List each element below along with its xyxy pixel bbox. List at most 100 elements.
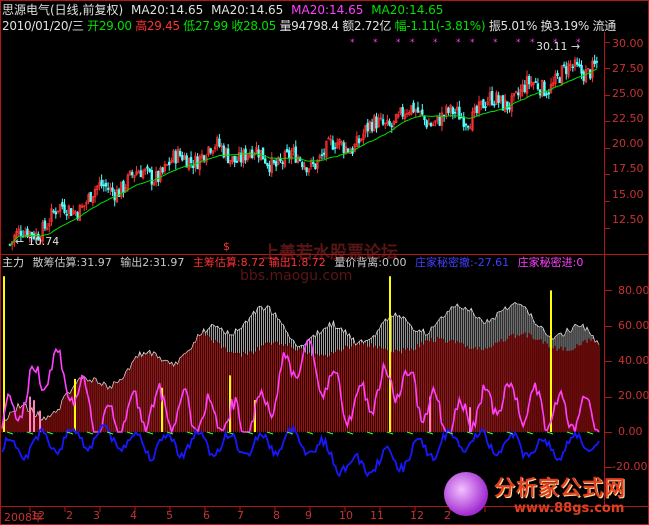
price-candle	[571, 66, 575, 69]
quote-change: 幅-1.11(-3.81%)	[394, 19, 486, 33]
price-candle	[52, 210, 55, 213]
price-candle	[565, 66, 568, 74]
price-candle	[578, 63, 581, 67]
price-tick: 27.50	[612, 62, 644, 75]
price-candle	[589, 69, 592, 79]
low-price-label: ← 10.74	[15, 235, 60, 248]
x-tick: 2	[66, 509, 73, 522]
price-candle	[453, 111, 457, 114]
price-candle	[484, 106, 487, 108]
price-candle	[65, 214, 68, 216]
ma-label-3: MA20:14.65	[291, 3, 364, 17]
quote-turnover: 换3.19%	[540, 19, 590, 33]
price-tick: 20.00	[612, 137, 644, 150]
price-candle	[595, 61, 599, 63]
price-tick: 15.00	[612, 188, 644, 201]
price-candle	[447, 107, 450, 113]
price-candle	[375, 116, 378, 129]
price-candle	[523, 84, 527, 93]
price-candle	[106, 188, 110, 190]
price-tick: 25.00	[612, 87, 644, 100]
price-candle	[575, 62, 579, 65]
quote-amplitude: 振5.01%	[488, 19, 538, 33]
indicator-label: 散筹估算:31.97	[32, 256, 112, 269]
quote-amount: 额2.72亿	[342, 19, 392, 33]
signal-marker: *	[530, 38, 535, 48]
price-candle	[104, 182, 108, 187]
price-candle	[100, 179, 103, 187]
price-candle	[333, 147, 337, 149]
price-tick: 30.00	[612, 37, 644, 50]
price-candle	[268, 164, 271, 173]
signal-marker: *	[516, 38, 521, 48]
price-candle	[233, 155, 236, 163]
signal-marker: *	[456, 38, 461, 48]
price-candle	[388, 121, 391, 126]
brand-name: 分析家公式网	[494, 476, 626, 500]
price-candle	[168, 161, 171, 166]
brand-logo: 分析家公式网 www.88gs.com	[442, 468, 647, 522]
price-candle	[536, 83, 540, 90]
ma-label-2: MA20:14.65	[211, 3, 284, 17]
indicator-tick: 60.00	[618, 319, 649, 332]
signal-marker: *	[410, 38, 415, 48]
zero-accent	[186, 431, 194, 435]
price-candle	[357, 138, 361, 144]
price-candle	[305, 167, 308, 173]
price-candle	[69, 208, 73, 217]
price-candle	[174, 151, 177, 164]
price-candle	[370, 122, 374, 132]
price-tick: 12.50	[612, 213, 644, 226]
quote-high: 高29.45	[135, 19, 180, 33]
zero-accent	[306, 431, 314, 435]
price-candle	[63, 204, 66, 213]
price-candle	[497, 95, 500, 103]
x-tick: 9	[305, 509, 312, 522]
price-candle	[244, 148, 247, 161]
price-candle	[421, 109, 424, 115]
price-candle	[412, 102, 415, 113]
brand-url: www.88gs.com	[514, 501, 625, 516]
price-candle	[556, 72, 559, 76]
indicator-label: 庄家秘密进:0	[517, 256, 584, 269]
price-candle	[390, 125, 393, 128]
price-candle	[469, 127, 472, 130]
price-candle	[366, 122, 369, 132]
price-candle	[429, 123, 433, 127]
price-candle	[189, 157, 193, 163]
price-candle	[482, 99, 485, 109]
price-candle	[43, 220, 47, 229]
zero-accent	[126, 431, 134, 435]
indicator-label: 输出2:31.97	[120, 256, 185, 269]
zero-accent	[366, 431, 374, 435]
signal-marker: $	[223, 240, 230, 253]
zero-accent	[546, 431, 554, 435]
x-tick: 7	[237, 509, 244, 522]
signal-marker: *	[373, 38, 378, 48]
ma20-line	[9, 68, 598, 246]
price-candle	[274, 161, 278, 167]
price-candle	[464, 123, 468, 126]
indicator-tick: 80.00	[618, 284, 649, 297]
price-candle	[257, 149, 260, 158]
forum-url-watermark: bbs.maogu.com	[240, 268, 353, 284]
price-candle	[508, 107, 511, 110]
price-candle	[401, 107, 404, 117]
zero-accent	[486, 431, 494, 435]
price-candle	[178, 150, 182, 156]
price-candle	[285, 148, 289, 152]
price-candle	[61, 202, 64, 207]
indicator-label: 输出1:8.72	[268, 256, 326, 269]
indicator-tick: 40.00	[618, 354, 649, 367]
price-candle	[261, 147, 265, 160]
price-candle	[157, 170, 160, 182]
price-candle	[490, 91, 494, 105]
price-candle	[130, 171, 134, 176]
price-candle	[545, 93, 548, 96]
quote-open: 开29.00	[87, 19, 132, 33]
x-tick: 12	[31, 509, 45, 522]
price-candle	[527, 76, 531, 85]
price-candle	[320, 154, 324, 156]
zero-accent	[6, 431, 14, 435]
price-candle	[264, 158, 267, 164]
